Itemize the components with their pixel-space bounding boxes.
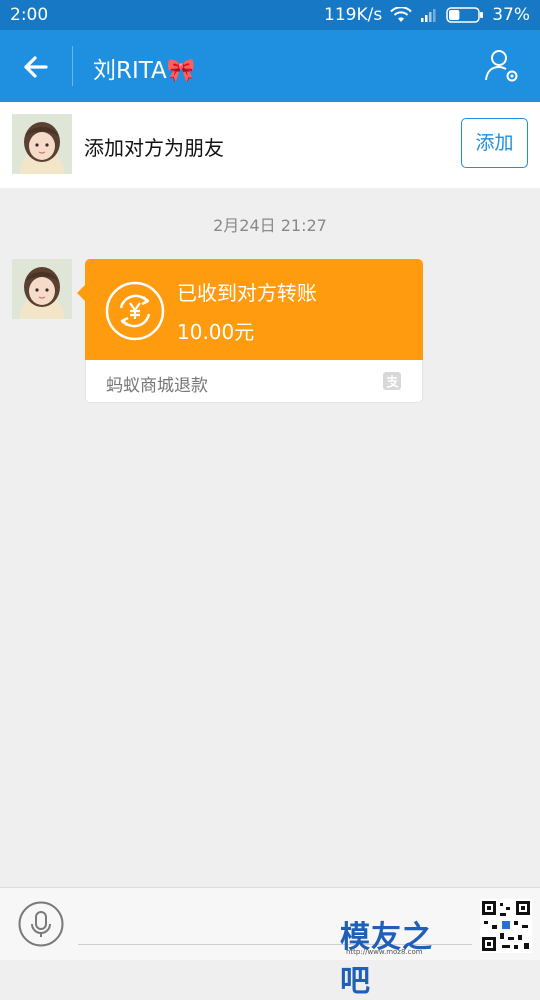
qr-code (480, 899, 532, 953)
back-button[interactable] (16, 47, 56, 87)
status-bar: 2:00 119K/s 37% (0, 0, 540, 30)
add-friend-button[interactable]: 添加 (461, 118, 528, 168)
watermark-logo: 模友之吧 http://www.moz8.com (338, 904, 462, 999)
add-friend-bar: 添加对方为朋友 添加 (0, 102, 540, 188)
battery-icon (446, 7, 484, 23)
battery-percent: 37% (492, 5, 530, 25)
chat-header: 刘RITA🎀 (0, 30, 540, 102)
wifi-icon (390, 7, 412, 22)
arrow-left-icon (24, 56, 48, 78)
add-friend-text: 添加对方为朋友 (84, 136, 224, 160)
transfer-card-top: 已收到对方转账 10.00元 (85, 259, 423, 360)
transfer-card-footer: 蚂蚁商城退款 (85, 360, 423, 403)
user-settings-icon (485, 50, 518, 82)
bubble-arrow (77, 285, 85, 301)
transfer-coin-icon (105, 281, 165, 341)
contact-name: 刘RITA🎀 (93, 58, 196, 84)
net-speed: 119K/s (324, 5, 383, 25)
signal-icon (421, 9, 436, 22)
avatar[interactable] (12, 259, 72, 319)
microphone-icon[interactable] (18, 901, 64, 947)
watermark-url: http://www.moz8.com (346, 948, 423, 956)
transfer-source: 蚂蚁商城退款 (106, 376, 208, 396)
watermark-text: 模友之吧 (340, 920, 433, 999)
transfer-message-card[interactable]: 已收到对方转账 10.00元 蚂蚁商城退款 (77, 259, 423, 403)
status-right: 119K/s 37% (324, 5, 530, 25)
transfer-amount: 10.00元 (177, 320, 255, 344)
profile-settings-button[interactable] (482, 46, 522, 86)
transfer-title: 已收到对方转账 (177, 281, 317, 305)
avatar[interactable] (12, 114, 72, 174)
status-time: 2:00 (10, 5, 49, 25)
alipay-icon (383, 372, 401, 390)
header-divider (72, 46, 73, 86)
message-timestamp: 2月24日 21:27 (213, 216, 327, 235)
